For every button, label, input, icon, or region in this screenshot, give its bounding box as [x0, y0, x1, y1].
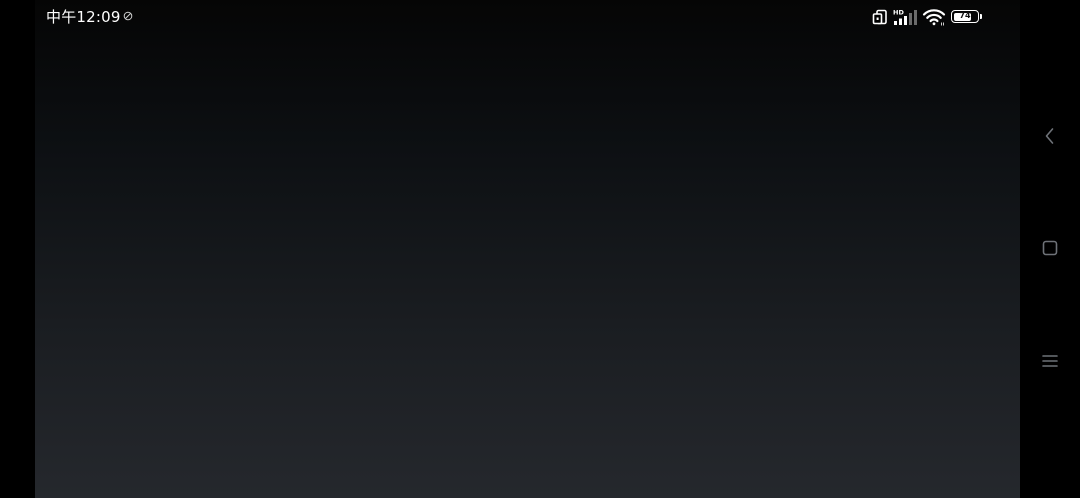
screen-rotate-icon	[872, 9, 887, 25]
menu-icon	[1042, 355, 1058, 367]
home-icon	[1042, 240, 1058, 256]
navigation-bar	[1020, 0, 1080, 498]
battery-percentage: 74	[959, 11, 971, 20]
phone-screen: 中午12:09 HD 74	[0, 0, 1080, 498]
battery-icon: 74	[951, 10, 979, 23]
status-time: 中午12:09	[46, 8, 121, 26]
back-icon	[1045, 128, 1054, 144]
status-bar: 中午12:09 HD 74	[0, 0, 1080, 34]
battery-tip	[980, 14, 982, 19]
home-button[interactable]	[1035, 233, 1065, 263]
do-not-disturb-icon	[123, 11, 133, 21]
back-button[interactable]	[1035, 121, 1065, 151]
wifi-icon	[922, 9, 946, 26]
cellular-signal-icon: HD	[893, 9, 917, 25]
app-content-area[interactable]	[35, 0, 1020, 498]
menu-button[interactable]	[1035, 346, 1065, 376]
network-type-label: HD	[893, 9, 904, 17]
